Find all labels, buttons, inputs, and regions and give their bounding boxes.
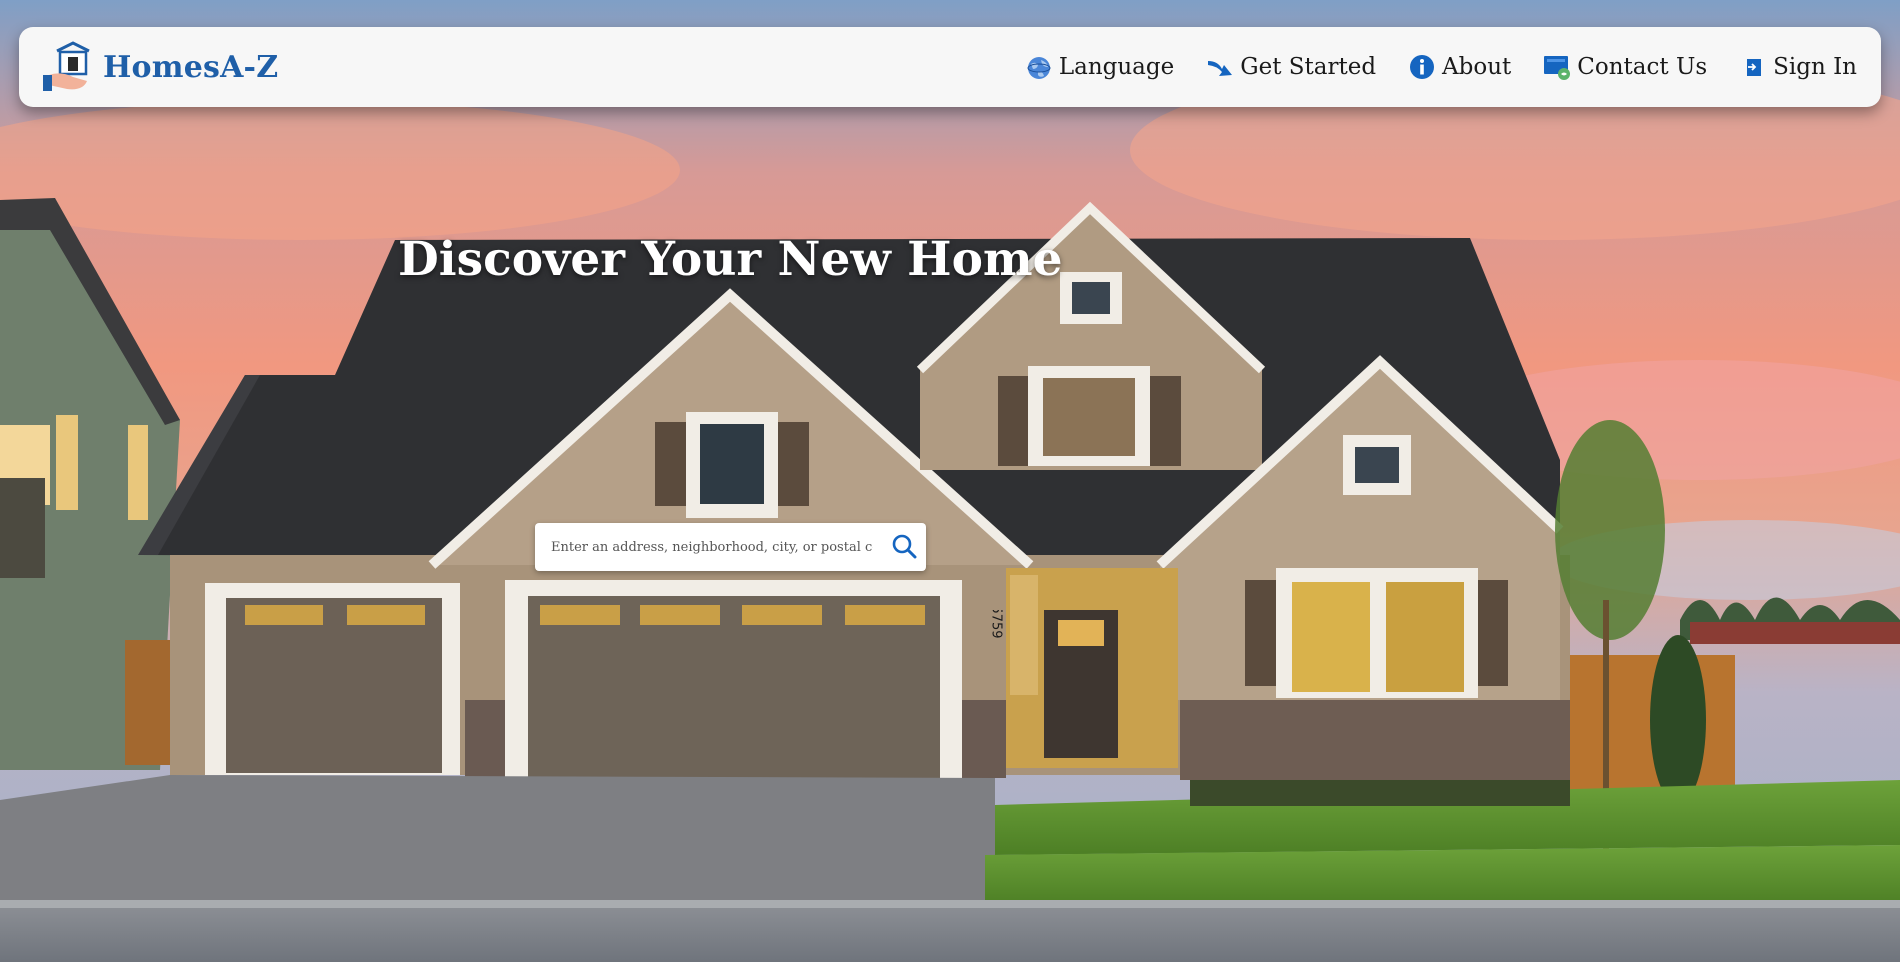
brand-name: HomesA-Z xyxy=(103,49,279,85)
nav-language[interactable]: Language xyxy=(1025,53,1174,81)
hero-background-image xyxy=(0,0,1900,962)
nav-contact-us[interactable]: Contact Us xyxy=(1543,53,1707,81)
info-icon xyxy=(1410,55,1435,79)
nav-language-label: Language xyxy=(1058,54,1175,80)
nav-links: Language Get Started About Contact Us Si… xyxy=(993,27,1857,107)
search-box xyxy=(535,523,926,571)
search-input[interactable] xyxy=(535,523,875,571)
house-hand-icon xyxy=(43,41,90,91)
contact-card-icon xyxy=(1544,56,1571,80)
sign-in-icon xyxy=(1747,59,1762,76)
nav-sign-in[interactable]: Sign In xyxy=(1739,53,1857,81)
search-icon xyxy=(892,534,917,558)
top-navbar: HomesA-Z Language Get Started About Cont… xyxy=(19,27,1881,107)
nav-about[interactable]: About xyxy=(1408,53,1511,81)
brand-link[interactable]: HomesA-Z xyxy=(43,41,278,93)
house-number: 5759 xyxy=(989,610,1004,639)
nav-sign-in-label: Sign In xyxy=(1773,54,1857,80)
house-number-text: 5759 xyxy=(989,610,1004,639)
nav-contact-us-label: Contact Us xyxy=(1577,54,1708,80)
globe-icon xyxy=(1027,57,1051,79)
search-button[interactable] xyxy=(888,531,920,563)
arrow-right-icon xyxy=(1208,61,1233,76)
nav-get-started-label: Get Started xyxy=(1240,54,1377,80)
hero-title: Discover Your New Home xyxy=(398,232,1063,287)
nav-get-started[interactable]: Get Started xyxy=(1206,53,1376,81)
nav-about-label: About xyxy=(1442,54,1512,80)
